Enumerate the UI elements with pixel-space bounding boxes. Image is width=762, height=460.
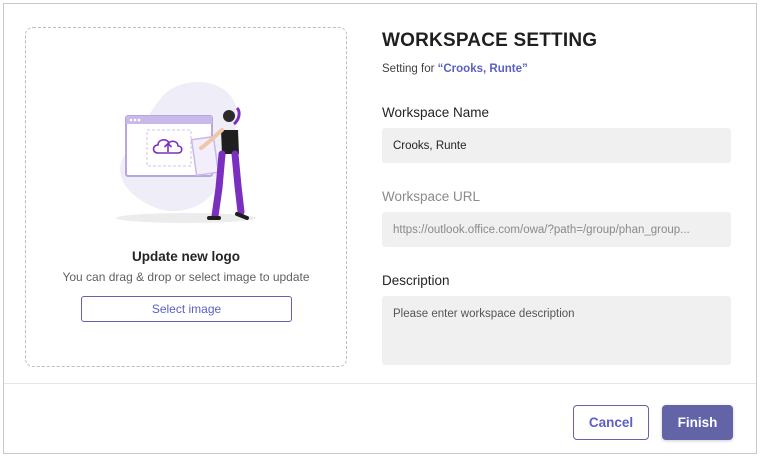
subtitle-workspace-name: “Crooks, Runte” bbox=[437, 63, 528, 75]
subtitle-prefix: Setting for bbox=[382, 63, 435, 75]
dialog-subtitle: Setting for “Crooks, Runte” bbox=[382, 63, 528, 75]
workspace-url-input: https://outlook.office.com/owa/?path=/gr… bbox=[382, 212, 731, 247]
workspace-name-input[interactable]: Crooks, Runte bbox=[382, 128, 731, 163]
workspace-url-label: Workspace URL bbox=[382, 189, 481, 204]
upload-subtitle: You can drag & drop or select image to u… bbox=[62, 270, 310, 284]
upload-illustration bbox=[116, 81, 256, 223]
workspace-name-label: Workspace Name bbox=[382, 105, 490, 120]
cancel-button[interactable]: Cancel bbox=[573, 405, 649, 440]
description-textarea[interactable]: Please enter workspace description bbox=[382, 296, 731, 365]
workspace-setting-dialog: Update new logo You can drag & drop or s… bbox=[3, 3, 757, 454]
dialog-title: WORKSPACE SETTING bbox=[382, 30, 598, 51]
finish-button[interactable]: Finish bbox=[662, 405, 733, 440]
logo-dropzone[interactable]: Update new logo You can drag & drop or s… bbox=[25, 27, 347, 367]
footer-divider bbox=[4, 383, 756, 384]
select-image-button[interactable]: Select image bbox=[81, 296, 292, 322]
description-label: Description bbox=[382, 273, 450, 288]
upload-title: Update new logo bbox=[132, 249, 240, 264]
